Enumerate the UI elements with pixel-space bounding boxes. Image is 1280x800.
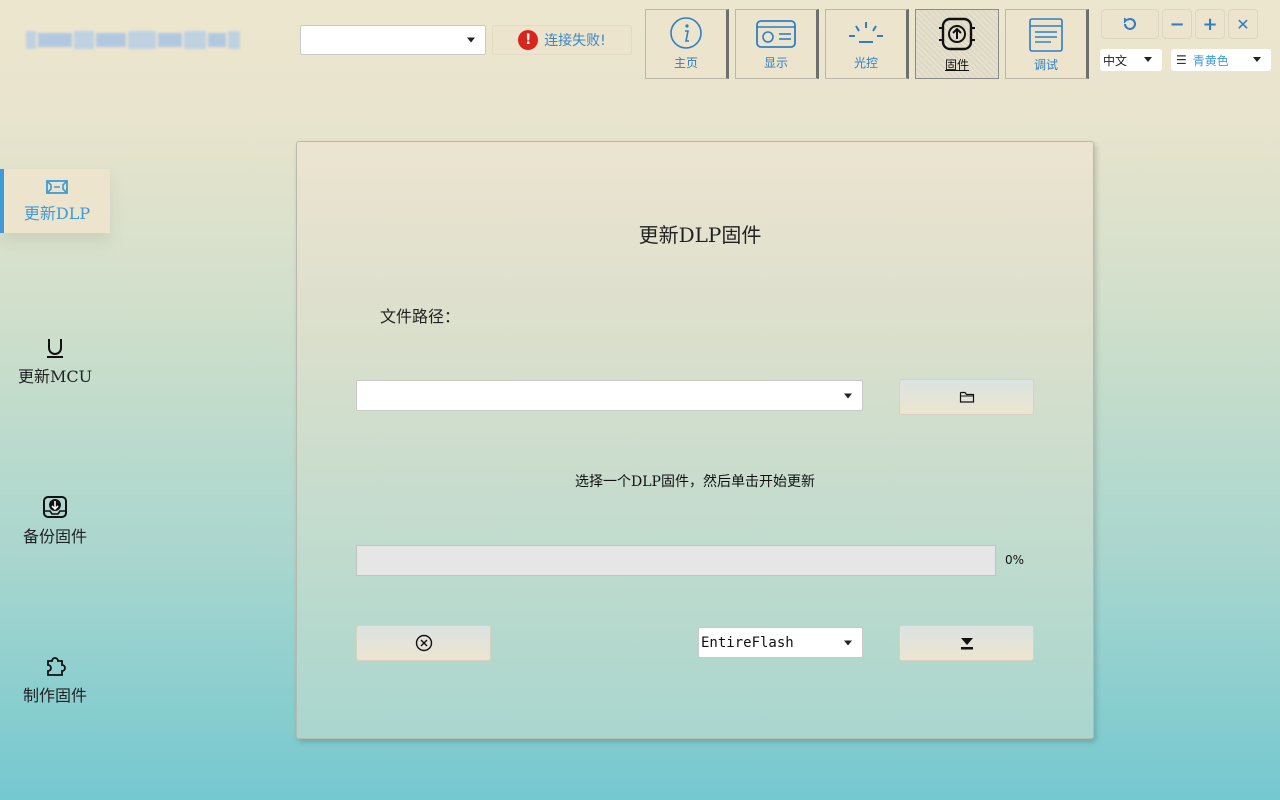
- flash-mode-select[interactable]: EntireFlash: [698, 627, 863, 658]
- maximize-button[interactable]: +: [1195, 9, 1225, 39]
- start-update-button[interactable]: [899, 625, 1034, 661]
- chip-upload-icon: [939, 17, 975, 51]
- progress-percent: 0%: [1005, 553, 1025, 567]
- cancel-circle-icon: [415, 634, 432, 652]
- refresh-icon: [1123, 17, 1136, 30]
- list-icon: ☰: [1176, 53, 1187, 67]
- tab-debug[interactable]: 调试: [1005, 9, 1089, 79]
- download-arrow-icon: [960, 638, 973, 650]
- u-icon: [47, 339, 63, 358]
- theme-value: 青黄色: [1192, 53, 1229, 68]
- tab-display-label: 显示: [763, 56, 788, 70]
- sidebar-item-label: 制作固件: [22, 686, 87, 705]
- info-icon: [670, 17, 702, 49]
- tab-firmware[interactable]: 固件: [915, 9, 999, 79]
- page-title: 更新DLP固件: [638, 223, 762, 247]
- connection-status-label: 连接失败!: [544, 33, 606, 49]
- chevron-down-icon: [1253, 57, 1261, 62]
- sidebar-item-make-firmware[interactable]: 制作固件: [0, 648, 110, 712]
- minimize-button[interactable]: −: [1162, 9, 1192, 39]
- document-icon: [1029, 18, 1063, 52]
- sidebar-item-update-mcu[interactable]: 更新MCU: [0, 330, 110, 394]
- cancel-button[interactable]: [356, 625, 491, 661]
- sidebar-item-label: 更新MCU: [17, 367, 93, 386]
- sidebar-item-label: 更新DLP: [23, 204, 91, 223]
- tab-home[interactable]: 主页: [645, 9, 729, 79]
- tab-light-control[interactable]: 光控: [825, 9, 909, 79]
- app-logo: [26, 28, 262, 52]
- chevron-down-icon: [1144, 57, 1152, 62]
- light-icon: [849, 22, 883, 43]
- chevron-down-icon: [844, 640, 852, 645]
- update-progress-bar: [356, 545, 996, 576]
- maximize-icon: +: [1202, 13, 1218, 35]
- folder-icon: [959, 391, 974, 403]
- puzzle-icon: [47, 657, 66, 676]
- language-select[interactable]: 中文: [1100, 49, 1162, 71]
- tab-display[interactable]: 显示: [735, 9, 819, 79]
- refresh-button[interactable]: [1101, 9, 1159, 39]
- tab-debug-label: 调试: [1033, 58, 1058, 72]
- close-icon: ✕: [1236, 14, 1250, 34]
- file-path-select[interactable]: [356, 380, 863, 411]
- sidebar-item-label: 备份固件: [22, 527, 87, 546]
- close-button[interactable]: ✕: [1228, 9, 1258, 39]
- sidebar-item-update-dlp[interactable]: 更新DLP: [0, 169, 110, 233]
- chevron-down-icon: [467, 37, 475, 43]
- flash-mode-value: EntireFlash: [701, 635, 794, 651]
- theme-select[interactable]: ☰ 青黄色: [1171, 49, 1271, 71]
- device-select[interactable]: [300, 25, 486, 55]
- file-path-label: 文件路径：: [380, 307, 461, 326]
- chevron-down-icon: [844, 393, 852, 398]
- browse-file-button[interactable]: [899, 379, 1034, 415]
- inbox-download-icon: [43, 496, 67, 518]
- tab-home-label: 主页: [673, 56, 698, 70]
- error-icon: !: [518, 30, 539, 50]
- display-icon: [756, 20, 796, 48]
- language-value: 中文: [1103, 53, 1128, 68]
- tab-firmware-label: 固件: [944, 58, 969, 72]
- sidebar-item-backup-firmware[interactable]: 备份固件: [0, 489, 110, 553]
- tab-light-control-label: 光控: [853, 56, 878, 70]
- connection-status-button[interactable]: ! 连接失败!: [492, 25, 632, 55]
- instruction-text: 选择一个DLP固件，然后单击开始更新: [575, 474, 815, 490]
- dlp-icon: [46, 180, 68, 194]
- minimize-icon: −: [1169, 13, 1185, 35]
